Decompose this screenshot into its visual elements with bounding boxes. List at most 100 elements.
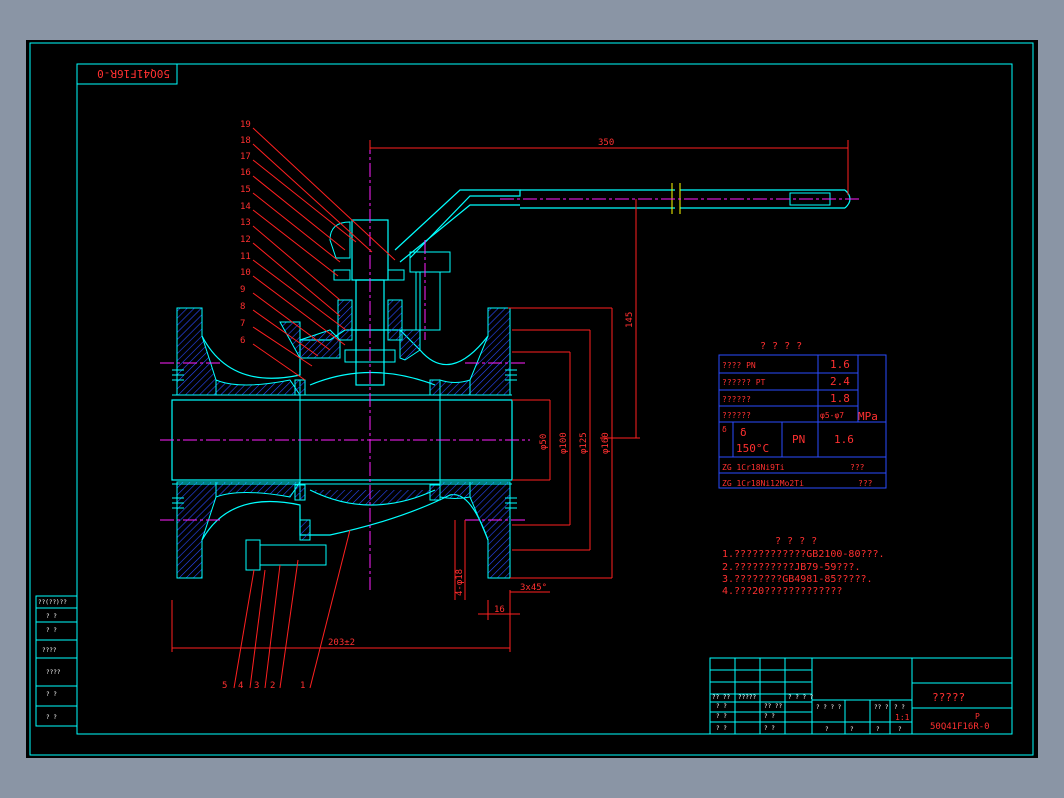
svg-text:2: 2 [270, 681, 275, 691]
right-flange-upper [469, 307, 511, 396]
spec-material-value: ??? [850, 463, 865, 472]
spec-temp-symbol-2: δ [740, 426, 747, 439]
svg-text:?: ? [876, 726, 880, 733]
note-line: 1.????????????GB2100-80???. [722, 549, 885, 560]
body-wall-ur [439, 379, 471, 396]
svg-text:12: 12 [240, 235, 251, 245]
svg-text:7: 7 [240, 319, 245, 329]
seat-ring-lr [429, 484, 441, 501]
note-line: 2.??????????JB79-59???. [722, 562, 860, 573]
svg-text:14: 14 [240, 202, 251, 212]
svg-text:? ?: ? ? [46, 613, 57, 620]
svg-text:3: 3 [254, 681, 259, 691]
left-flange-lower [176, 481, 217, 579]
svg-text:?: ? [850, 726, 854, 733]
dim-d125: φ125 [579, 432, 589, 454]
drawing-code: 50Q41F16R-0 [930, 722, 990, 732]
spec-row-value: 2.4 [830, 375, 850, 388]
seat-ring-ur [429, 379, 441, 396]
drawing-scale: 1:1 [895, 713, 910, 722]
spec-table: ? ? ? ? ???? PN ?????? PT ?????? ?????? … [718, 341, 887, 489]
ball-bottom [309, 489, 436, 506]
handle-arm-lower [399, 204, 520, 263]
spec-row-label: ?????? [722, 395, 751, 404]
corner-label-text: 50Q41F16R-0 [97, 67, 170, 80]
dim-flange-thickness: 16 [494, 605, 505, 615]
notes-title: ? ? ? ? [775, 536, 817, 547]
callout-leaders [233, 127, 396, 689]
svg-text:?: ? [898, 726, 902, 733]
bottom-bolt-shank [259, 544, 327, 566]
svg-text:?? ??: ?? ?? [764, 703, 782, 710]
right-flange-lower [469, 481, 511, 579]
svg-text:19: 19 [240, 120, 251, 130]
packing-left [337, 299, 353, 341]
svg-text:10: 10 [240, 268, 251, 278]
cad-application: 50Q41F16R-0 ??(??)?? ? ? ? ? ???? ???? ?… [0, 0, 1064, 798]
svg-text:13: 13 [240, 218, 251, 228]
dim-chamfer: 3x45° [520, 583, 547, 593]
svg-text:? ? ? ?: ? ? ? ? [816, 704, 842, 711]
svg-text:? ?: ? ? [894, 704, 905, 711]
callout-numbers: 19 18 17 16 15 14 13 12 11 10 9 8 7 6 5 … [222, 120, 305, 691]
svg-text:18: 18 [240, 136, 251, 146]
spec-pn-label: PN [792, 433, 805, 446]
svg-text:? ? ? ?: ? ? ? ? [788, 694, 814, 701]
spec-material-label: ZG 1Cr18Ni9Ti [722, 463, 785, 472]
ball-top [309, 371, 436, 386]
svg-text:?????: ????? [738, 694, 756, 701]
left-block-texts: ??(??)?? ? ? ? ? ???? ???? ? ? ? ? [38, 599, 67, 721]
drawing-name: ????? [932, 691, 965, 704]
svg-text:? ?: ? ? [764, 725, 775, 732]
drawing-svg: 50Q41F16R-0 ??(??)?? ? ? ? ? ???? ???? ?… [29, 42, 1034, 756]
body-wall-ul [215, 379, 301, 396]
spec-row-value: 1.8 [830, 392, 850, 405]
svg-text:????: ???? [42, 647, 57, 654]
spec-table-title: ? ? ? ? [760, 341, 802, 352]
drawing-code-p: P [975, 712, 980, 721]
dim-d100: φ100 [559, 432, 569, 454]
spec-temp-symbol: δ [722, 425, 727, 434]
technical-notes: ? ? ? ? 1.????????????GB2100-80???. 2.??… [722, 536, 885, 597]
gland-ring-right [387, 269, 405, 281]
bonnet-right [399, 329, 421, 361]
spec-row-value: φ5-φ7 [820, 411, 844, 420]
spec-pn-value: 1.6 [834, 433, 854, 446]
dim-145: 145 [625, 312, 635, 328]
bottom-bolt-head [245, 539, 261, 571]
spec-row-label: ?????? PT [722, 378, 766, 387]
dim-bolt-holes: 4-φ18 [455, 569, 465, 596]
spec-material-label: ZG 1Cr18Ni12Mo2Ti [722, 479, 804, 488]
dim-350: 350 [598, 138, 614, 148]
handle-arm [394, 189, 521, 259]
title-block: ?? ?? ????? ? ? ? ? ?? ?? ? ? ? ? ? ? ??… [709, 657, 1013, 735]
svg-text:????: ???? [46, 669, 61, 676]
drawing-canvas[interactable]: 50Q41F16R-0 ??(??)?? ? ? ? ? ???? ???? ?… [26, 40, 1038, 758]
svg-text:?? ?: ?? ? [874, 704, 889, 711]
svg-text:11: 11 [240, 252, 251, 262]
svg-text:6: 6 [240, 336, 245, 346]
svg-text:4: 4 [238, 681, 243, 691]
inner-drawing-frame [76, 63, 1013, 735]
spec-row-label: ???? PN [722, 361, 756, 370]
dim-d50: φ50 [539, 434, 549, 450]
svg-text:? ?: ? ? [46, 627, 57, 634]
spec-material-value: ??? [858, 479, 873, 488]
stop-bolt-head [409, 251, 451, 273]
svg-text:? ?: ? ? [764, 713, 775, 720]
svg-text:17: 17 [240, 152, 251, 162]
bottom-gasket [299, 519, 311, 541]
dim-d160: φ160 [601, 432, 611, 454]
seat-ring-ll [294, 484, 306, 501]
svg-text:? ?: ? ? [716, 725, 727, 732]
svg-text:8: 8 [240, 302, 245, 312]
note-line: 4.???20????????????? [722, 586, 842, 597]
spec-temp-value: 150°C [736, 442, 769, 455]
svg-text:16: 16 [240, 168, 251, 178]
left-flange-upper [176, 307, 217, 396]
note-line: 3.????????GB4981-85?????. [722, 574, 873, 585]
svg-text:? ?: ? ? [716, 703, 727, 710]
bonnet-left [279, 321, 341, 359]
svg-text:1: 1 [300, 681, 305, 691]
svg-text:5: 5 [222, 681, 227, 691]
